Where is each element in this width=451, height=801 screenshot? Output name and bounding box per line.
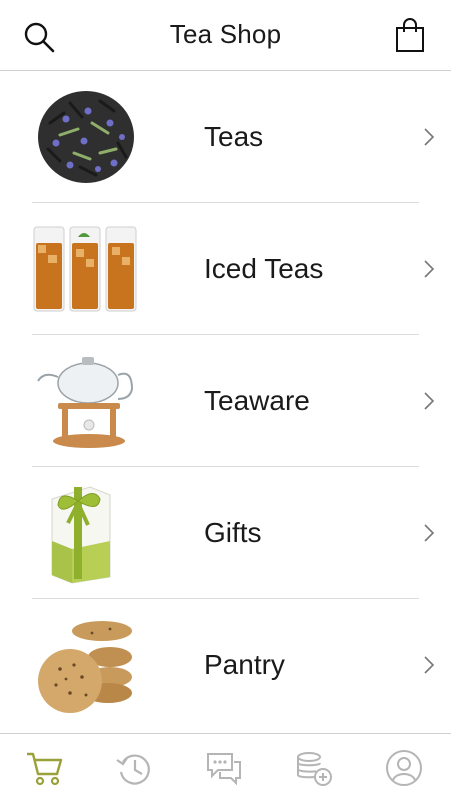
category-label: Pantry [204,649,285,680]
category-row-gifts[interactable]: Gifts [0,467,451,599]
loose-leaf-tea-image [38,91,134,183]
category-row-iced-teas[interactable]: Iced Teas [0,203,451,335]
chevron-right-icon [424,128,435,146]
account-icon[interactable] [384,748,424,788]
chat-bubbles-icon[interactable] [204,748,244,788]
chevron-right-icon [424,260,435,278]
page-title: Tea Shop [169,19,282,49]
iced-tea-glasses-image [33,226,137,312]
category-label: Teaware [204,385,310,416]
top-bar: Tea Shop [0,0,451,71]
coins-add-icon[interactable] [294,748,334,788]
category-row-pantry[interactable]: Pantry [0,599,451,731]
gift-box-with-ribbon-image [51,486,111,584]
history-icon[interactable] [114,748,154,788]
category-row-teaware[interactable]: Teaware [0,335,451,467]
shopping-bag-icon[interactable] [395,17,425,53]
cookies-image [38,621,132,713]
glass-teapot-on-warmer-image [37,357,134,448]
chevron-right-icon [424,656,435,674]
bottom-tab-bar [0,733,451,801]
category-row-teas[interactable]: Teas [0,71,451,203]
chevron-right-icon [424,392,435,410]
category-label: Gifts [204,517,262,548]
chevron-right-icon [424,524,435,542]
cart-icon[interactable] [24,748,64,788]
category-label: Teas [204,121,264,152]
category-label: Iced Teas [204,253,324,284]
category-list: Teas Iced Teas Teaware Gifts Pantry [0,71,451,731]
